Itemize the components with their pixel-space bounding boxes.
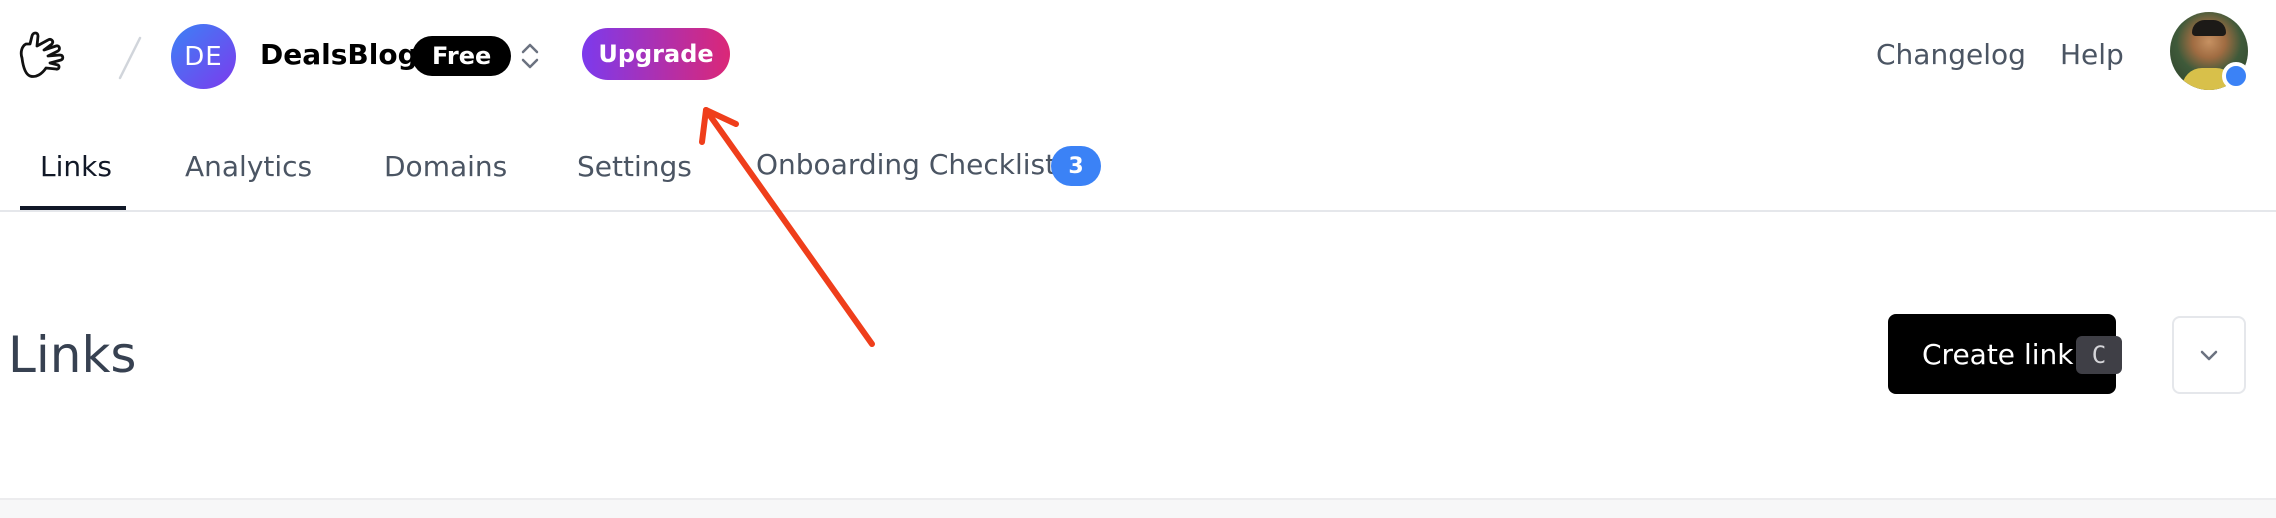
hand-logo-icon[interactable] [16,28,70,86]
checklist-count-badge: 3 [1051,146,1101,186]
online-status-badge [2222,62,2250,90]
help-link[interactable]: Help [2060,38,2124,71]
workspace-name[interactable]: DealsBlog [260,38,418,71]
page-title: Links [8,326,137,384]
tab-settings[interactable]: Settings [577,150,692,183]
breadcrumb-divider [118,36,142,80]
avatar-hair [2192,20,2226,36]
keyboard-shortcut-badge: C [2076,336,2122,374]
content-divider [0,498,2276,518]
more-options-button[interactable] [2172,316,2246,394]
upgrade-button[interactable]: Upgrade [582,28,730,80]
changelog-link[interactable]: Changelog [1876,38,2026,71]
tab-analytics[interactable]: Analytics [185,150,312,183]
tab-onboarding-checklist[interactable]: Onboarding Checklist [756,148,1056,181]
tab-links[interactable]: Links [40,150,112,183]
workspace-avatar[interactable]: DE [171,24,236,89]
chevron-down-icon [2200,350,2218,361]
tab-domains[interactable]: Domains [384,150,507,183]
plan-badge: Free [412,36,512,76]
tab-bar: Links Analytics Domains Settings Onboard… [0,110,2276,212]
create-link-label: Create link [1922,337,2074,371]
active-tab-indicator [20,206,126,210]
chevron-up-down-icon[interactable] [516,38,544,74]
create-link-button[interactable]: Create link C [1888,314,2122,394]
top-bar: DE DealsBlog Free Upgrade Changelog Help [0,0,2276,110]
